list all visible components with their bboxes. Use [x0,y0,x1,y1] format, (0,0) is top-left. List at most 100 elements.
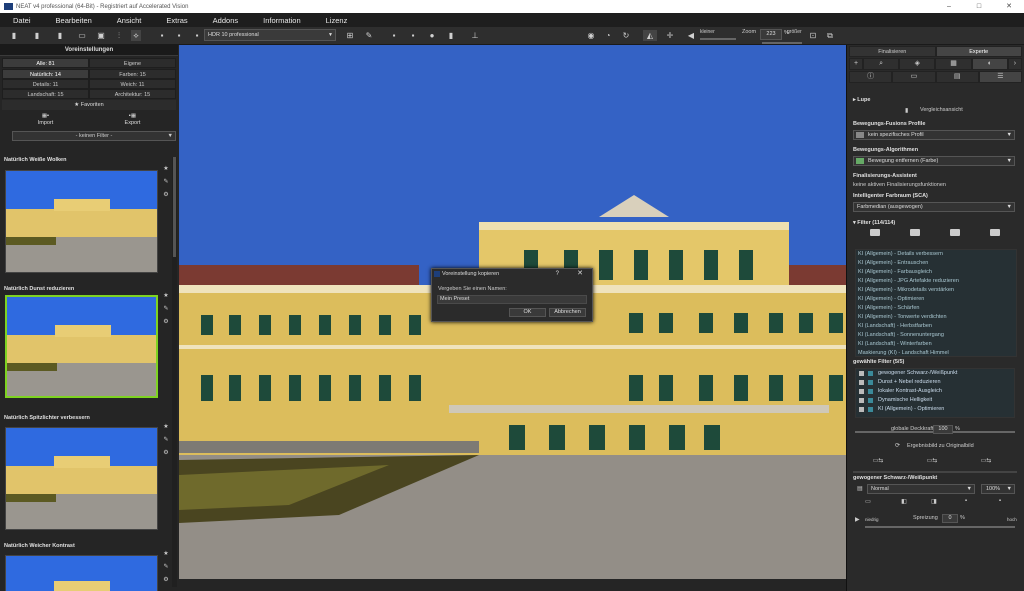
tab-expert[interactable]: Experte [935,46,1022,57]
zoom-slider-left[interactable] [700,38,736,40]
play-icon[interactable]: ● [427,30,437,41]
gallery-icon[interactable]: ▣ [96,30,106,41]
favorites-button[interactable]: ★ Favoriten [2,100,176,110]
star-icon[interactable]: ★ [162,163,170,176]
list-item[interactable]: KI (Landschaft) - Herbstfarben [856,322,1016,331]
grid-icon[interactable]: ▦ [935,58,972,70]
refresh-icon[interactable]: ↻ [621,30,631,41]
tab-own[interactable]: Eigene [89,58,176,68]
tab-finalize[interactable]: Finalisieren [849,46,936,57]
spread-input[interactable]: 0 [942,514,958,523]
help-icon[interactable]: ? [556,269,559,279]
minimize-button[interactable]: – [934,0,964,13]
fullscreen-icon[interactable]: ⧉ [825,30,835,41]
presets-scrollbar[interactable] [172,157,177,587]
add-icon[interactable]: + [849,58,863,70]
list-item[interactable]: KI (Allgemein) - Optimieren [856,295,1016,304]
category-natural[interactable]: Natürlich: 14 [2,69,89,79]
tab-all[interactable]: Alle: 81 [2,58,89,68]
auto-icon[interactable]: ▪ [993,498,1007,505]
list-item[interactable]: lokaler Kontrast-Ausgleich [856,387,1014,396]
lupe-section[interactable]: ▸ Lupe [853,97,870,103]
histogram-icon[interactable]: ⊥ [470,30,480,41]
copy-icon[interactable]: ⚙ [162,447,170,460]
levels-icon[interactable]: ⫶ [114,30,124,41]
save-image-icon[interactable]: ▪ [389,30,399,41]
open-file-icon[interactable]: ▮ [9,30,19,41]
hdr-icon[interactable]: ▪ [192,30,202,41]
more-icon[interactable]: › [1007,58,1022,70]
import-button[interactable]: ▦▪ Import [2,111,89,130]
result-vs-original-button[interactable]: Ergebnisbild zu Originalbild [907,443,974,449]
list-item[interactable]: KI (Landschaft) - Sonnenuntergang [856,331,1016,340]
white-point-icon[interactable]: ◨ [927,498,941,505]
star-icon[interactable]: ★ [162,548,170,561]
list-item[interactable]: Dunst + Nebel reduzieren [856,378,1014,387]
edit-icon[interactable]: ✎ [162,176,170,189]
color-icon[interactable]: ◐ [971,58,1008,70]
category-soft[interactable]: Weich: 11 [89,79,176,89]
info-icon[interactable]: ▮ [446,30,456,41]
category-colors[interactable]: Farben: 15 [89,69,176,79]
category-landscape[interactable]: Landschaft: 15 [2,89,89,99]
search-icon[interactable]: ⌕ [862,58,900,70]
edit-icon[interactable]: ✎ [162,434,170,447]
list-item[interactable]: Maskierung (KI) - Landschaft Himmel [856,349,1016,356]
info-icon[interactable]: ⓘ [849,71,893,83]
compare-view-icon[interactable]: ▮ [905,107,908,114]
print-icon[interactable]: ▪ [174,30,184,41]
list-item[interactable]: KI (Allgemein) - Tonwerte verdichten [856,313,1016,322]
play-icon[interactable]: ▶ [855,516,860,523]
export-button[interactable]: ▪▦ Export [89,111,176,130]
filter-add-icon[interactable] [910,229,920,236]
filter-remove-icon[interactable] [950,229,960,236]
list-item[interactable]: KI (Allgemein) - Entrauschen [856,259,1016,268]
eye-icon[interactable]: ◉ [586,30,596,41]
menu-information[interactable]: Information [250,16,313,25]
menu-addons[interactable]: Addons [200,16,250,25]
bw-mode-select[interactable]: Normal ▼ [867,484,975,494]
preset-thumbnail-selected[interactable] [5,295,158,398]
edit-icon[interactable]: ✎ [162,303,170,316]
list-item[interactable]: KI (Allgemein) - Details verbessern [856,250,1016,259]
profile-select[interactable]: HDR 10 professional ▼ [204,29,336,41]
export-icon[interactable]: ▪ [408,30,418,41]
menu-lizenz[interactable]: Lizenz [313,16,360,25]
rotate-icon[interactable]: ◔ [603,30,613,41]
preset-name-input[interactable]: Mein Preset [437,295,587,304]
list-item[interactable]: KI (Allgemein) - Schärfen [856,304,1016,313]
swap-icon[interactable]: ▭⇆ [871,457,885,464]
opacity-input[interactable]: 100 [933,425,953,434]
category-architecture[interactable]: Architektur: 15 [89,89,176,99]
list-item[interactable]: KI (Allgemein) - Farbausgleich [856,268,1016,277]
split-view-icon[interactable]: ◭ [643,30,657,41]
list-item[interactable]: KI (Allgemein) - JPG Artefakte reduziere… [856,277,1016,286]
cancel-button[interactable]: Abbrechen [549,308,586,317]
layers-icon[interactable]: ◈ [899,58,936,70]
scrollbar-thumb[interactable] [173,157,176,257]
menu-datei[interactable]: Datei [0,16,43,25]
import-icon[interactable]: ▮ [55,30,65,41]
list-icon[interactable]: ▤ [935,71,979,83]
spread-slider[interactable] [865,526,1015,528]
menu-bearbeiten[interactable]: Bearbeiten [43,16,104,25]
swap-icon[interactable]: ▭⇆ [979,457,993,464]
black-point-icon[interactable]: ◧ [897,498,911,505]
image-icon[interactable]: ▭ [892,71,936,83]
compare-icon[interactable]: ⊞ [345,30,355,41]
filter-list-title[interactable]: ▾ Filter (114/114) [853,220,895,226]
close-button[interactable]: ✕ [994,0,1024,13]
save-icon[interactable]: ▪ [157,30,167,41]
preset-thumbnail[interactable] [5,427,158,530]
close-icon[interactable]: ✕ [577,269,583,279]
color-space-select[interactable]: Farbmedian (ausgewogen) ▼ [853,202,1015,212]
sliders-icon[interactable]: ☰ [978,71,1022,83]
category-details[interactable]: Details: 11 [2,79,89,89]
batch-icon[interactable]: ▭ [77,30,87,41]
list-item[interactable]: KI (Allgemein) - Optimieren [856,405,1014,414]
menu-extras[interactable]: Extras [153,16,199,25]
ok-button[interactable]: OK [509,308,546,317]
move-icon[interactable]: ✛ [665,30,675,41]
copy-icon[interactable]: ⚙ [162,316,170,329]
compare-view-button[interactable]: Vergleichsansicht [920,107,963,113]
